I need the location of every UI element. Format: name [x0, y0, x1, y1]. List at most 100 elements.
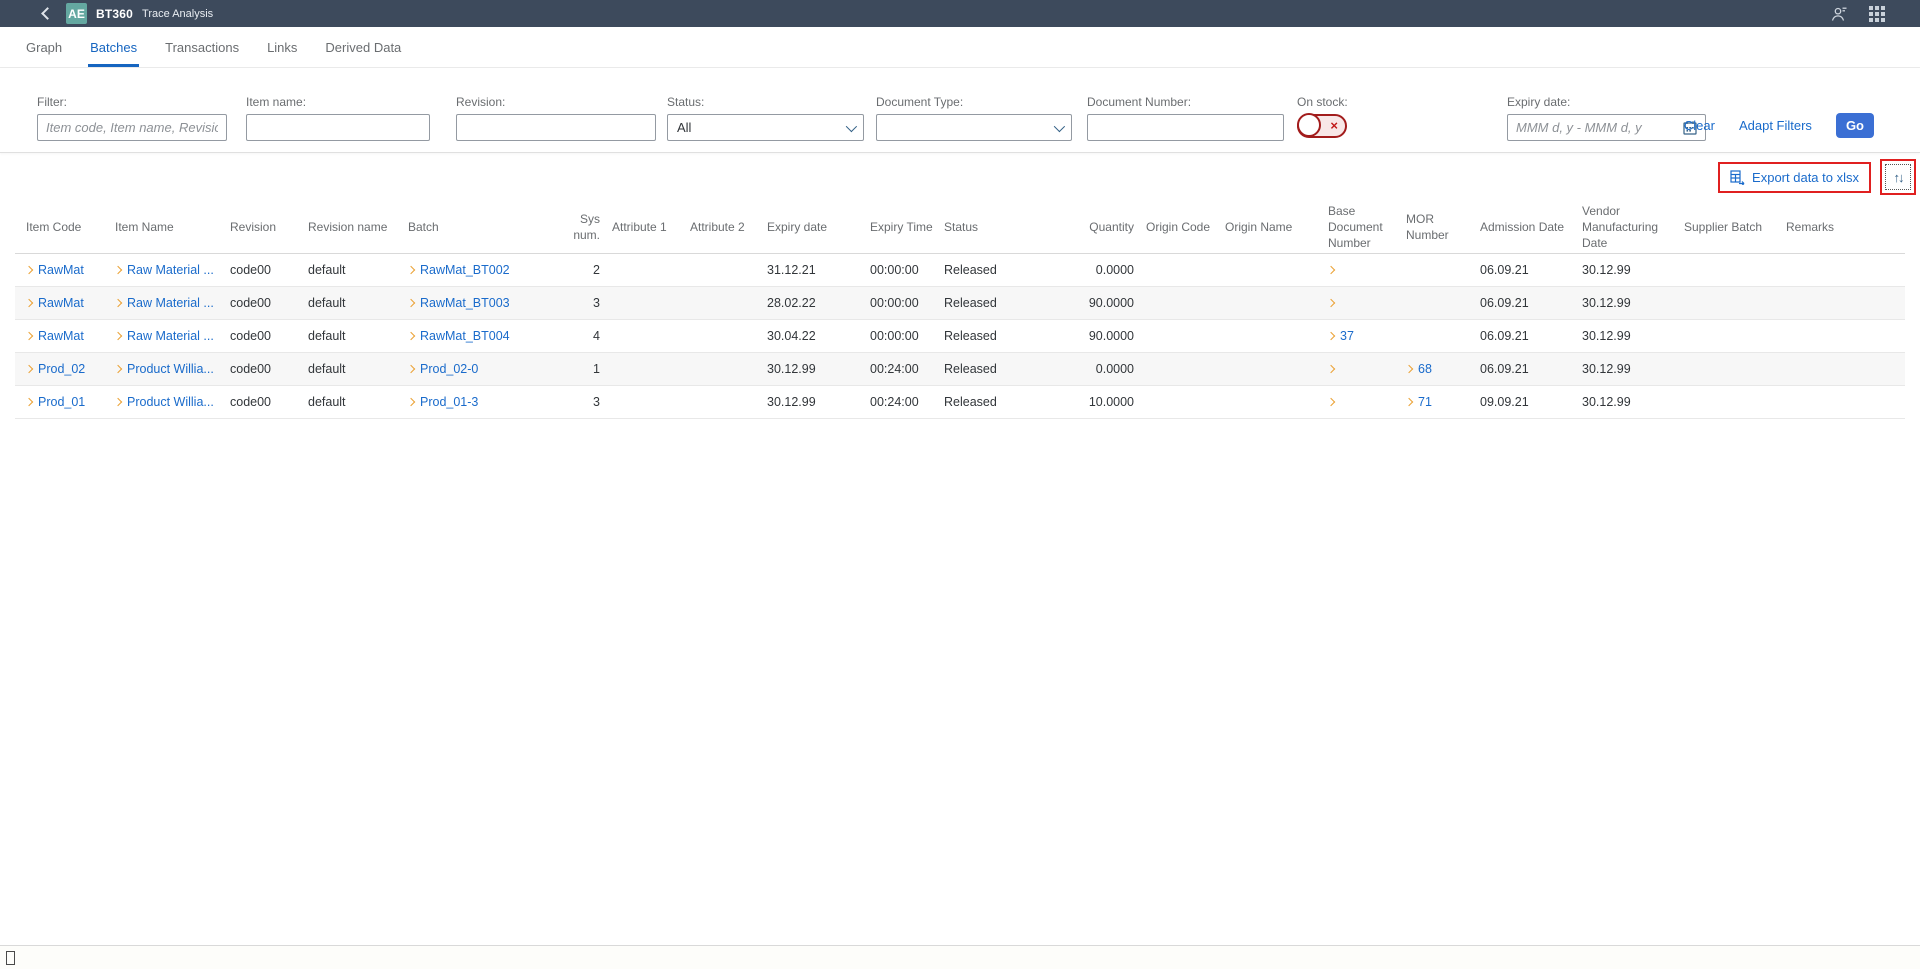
item-name-link[interactable]: Raw Material ...: [127, 263, 214, 277]
user-profile-icon[interactable]: [1830, 5, 1848, 23]
nav-chevron-icon: [115, 398, 122, 406]
vendor-manufacturing-date-cell: 30.12.99: [1582, 353, 1684, 386]
filter-label: Filter:: [37, 95, 227, 109]
revision-cell: code00: [230, 287, 308, 320]
column-header-expiry-time[interactable]: Expiry Time: [870, 201, 944, 254]
column-header-expiry-date[interactable]: Expiry date: [767, 201, 870, 254]
item-code-link[interactable]: Prod_01: [38, 395, 85, 409]
column-header-revision[interactable]: Revision: [230, 201, 308, 254]
quantity-cell: 10.0000: [1040, 386, 1146, 419]
expiry-date-cell: 30.12.99: [767, 353, 870, 386]
on-stock-label: On stock:: [1297, 95, 1357, 109]
mor-number-link[interactable]: 71: [1418, 395, 1432, 409]
toggle-off-x-icon: ×: [1330, 119, 1338, 132]
table-row[interactable]: RawMat Raw Material ... code00 default R…: [15, 320, 1905, 353]
mor-number-link[interactable]: 68: [1418, 362, 1432, 376]
tab-graph[interactable]: Graph: [26, 27, 62, 67]
item-code-link[interactable]: RawMat: [38, 263, 84, 277]
item-code-link[interactable]: RawMat: [38, 296, 84, 310]
expiry-time-cell: 00:24:00: [870, 386, 944, 419]
filter-input[interactable]: [37, 114, 227, 141]
base-document-number-link[interactable]: 37: [1340, 329, 1354, 343]
sort-arrows-icon: ↑↓: [1894, 170, 1903, 185]
origin-name-cell: [1225, 254, 1328, 287]
admission-date-cell: 06.09.21: [1480, 287, 1582, 320]
column-header-status[interactable]: Status: [944, 201, 1040, 254]
go-button[interactable]: Go: [1836, 113, 1874, 138]
nav-chevron-icon: [25, 266, 33, 274]
column-header-item-name[interactable]: Item Name: [115, 201, 230, 254]
revision-name-cell: default: [308, 320, 408, 353]
column-header-attribute-1[interactable]: Attribute 1: [612, 201, 690, 254]
column-header-origin-code[interactable]: Origin Code: [1146, 201, 1225, 254]
batch-link[interactable]: RawMat_BT004: [420, 329, 510, 343]
item-code-link[interactable]: Prod_02: [38, 362, 85, 376]
revision-name-cell: default: [308, 287, 408, 320]
table-row[interactable]: RawMat Raw Material ... code00 default R…: [15, 254, 1905, 287]
nav-chevron-icon: [1406, 365, 1413, 373]
batch-link[interactable]: RawMat_BT003: [420, 296, 510, 310]
sys-num-cell: 3: [555, 386, 612, 419]
export-xlsx-button[interactable]: Export data to xlsx: [1723, 167, 1866, 188]
column-header-base-document-number[interactable]: Base Document Number: [1328, 201, 1406, 254]
nav-chevron-icon: [1328, 299, 1335, 307]
supplier-batch-cell: [1684, 254, 1786, 287]
tab-batches[interactable]: Batches: [90, 27, 137, 67]
item-name-link[interactable]: Product Willia...: [127, 395, 214, 409]
origin-name-cell: [1225, 320, 1328, 353]
tab-derived-data[interactable]: Derived Data: [325, 27, 401, 67]
remarks-cell: [1786, 254, 1905, 287]
column-header-supplier-batch[interactable]: Supplier Batch: [1684, 201, 1786, 254]
table-body: RawMat Raw Material ... code00 default R…: [15, 254, 1905, 419]
shell-header: AE BT360 Trace Analysis: [0, 0, 1920, 27]
sort-button[interactable]: ↑↓: [1885, 164, 1911, 190]
item-name-input[interactable]: [246, 114, 430, 141]
nav-chevron-icon: [408, 365, 415, 373]
missing-glyph-box: [6, 951, 15, 965]
batch-link[interactable]: RawMat_BT002: [420, 263, 510, 277]
expiry-time-cell: 00:24:00: [870, 353, 944, 386]
supplier-batch-cell: [1684, 287, 1786, 320]
column-header-admission-date[interactable]: Admission Date: [1480, 201, 1582, 254]
tab-links[interactable]: Links: [267, 27, 297, 67]
column-header-remarks[interactable]: Remarks: [1786, 201, 1905, 254]
column-header-origin-name[interactable]: Origin Name: [1225, 201, 1328, 254]
table-row[interactable]: RawMat Raw Material ... code00 default R…: [15, 287, 1905, 320]
revision-input[interactable]: [456, 114, 656, 141]
adapt-filters-button[interactable]: Adapt Filters: [1739, 118, 1812, 133]
batch-link[interactable]: Prod_02-0: [420, 362, 478, 376]
nav-chevron-icon: [408, 398, 415, 406]
item-code-link[interactable]: RawMat: [38, 329, 84, 343]
column-header-item-code[interactable]: Item Code: [15, 201, 115, 254]
app-grid-icon[interactable]: [1868, 5, 1886, 23]
on-stock-toggle[interactable]: ×: [1297, 114, 1347, 138]
nav-chevron-icon: [1406, 398, 1413, 406]
table-row[interactable]: Prod_01 Product Willia... code00 default…: [15, 386, 1905, 419]
origin-code-cell: [1146, 254, 1225, 287]
document-number-input[interactable]: [1087, 114, 1284, 141]
table-row[interactable]: Prod_02 Product Willia... code00 default…: [15, 353, 1905, 386]
back-button[interactable]: [40, 7, 54, 21]
tab-transactions[interactable]: Transactions: [165, 27, 239, 67]
column-header-quantity[interactable]: Quantity: [1040, 201, 1146, 254]
expiry-date-input[interactable]: [1508, 116, 1682, 139]
item-name-link[interactable]: Raw Material ...: [127, 329, 214, 343]
clear-button[interactable]: Clear: [1684, 118, 1715, 133]
column-header-batch[interactable]: Batch: [408, 201, 555, 254]
document-type-select[interactable]: [876, 114, 1072, 141]
batch-link[interactable]: Prod_01-3: [420, 395, 478, 409]
document-type-label: Document Type:: [876, 95, 1072, 109]
column-header-sys-num[interactable]: Sys num.: [555, 201, 612, 254]
column-header-attribute-2[interactable]: Attribute 2: [690, 201, 767, 254]
export-annotation-box: Export data to xlsx: [1718, 162, 1871, 193]
column-header-vendor-manufacturing-date[interactable]: Vendor Manufacturing Date: [1582, 201, 1684, 254]
quantity-cell: 0.0000: [1040, 254, 1146, 287]
expiry-date-cell: 30.04.22: [767, 320, 870, 353]
status-select[interactable]: All: [667, 114, 864, 141]
column-header-mor-number[interactable]: MOR Number: [1406, 201, 1480, 254]
status-cell: Released: [944, 254, 1040, 287]
column-header-revision-name[interactable]: Revision name: [308, 201, 408, 254]
item-name-link[interactable]: Product Willia...: [127, 362, 214, 376]
attribute-2-cell: [690, 254, 767, 287]
item-name-link[interactable]: Raw Material ...: [127, 296, 214, 310]
